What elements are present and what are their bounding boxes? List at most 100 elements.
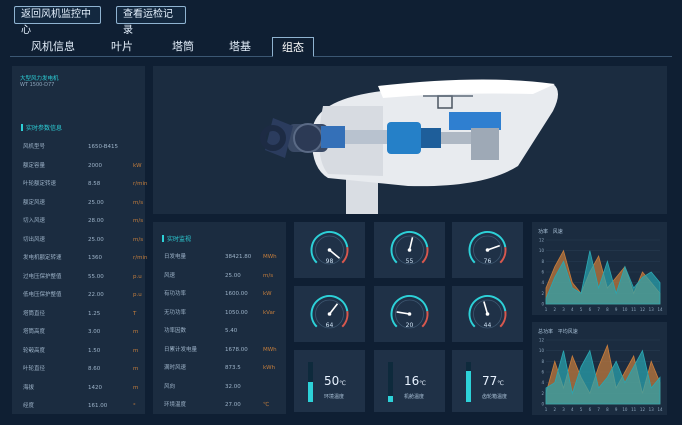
gauge-needle [487,244,501,251]
realtime-monitor-title: 实时监视 [162,234,191,243]
tab-configuration[interactable]: 组态 [272,37,314,57]
power-windspeed-chart: 0246810121 2 3 4 5 6 7 8 9 10 11 12 13 14 [539,238,663,313]
info-row: 切出风速 25.00 m/s [12,231,145,249]
chart-x-tick-label: 12 [640,307,646,312]
temperature-value: 77℃ [482,374,504,388]
chart-y-tick-label: 12 [539,238,545,243]
monitor-unit: MWh [263,254,277,260]
temperature-bar [466,362,471,402]
gauge-value: 20 [405,322,414,329]
chart-x-tick-label: 10 [622,307,628,312]
info-row: 额定容量 2000 kW [12,157,145,175]
view-inspection-records-button[interactable]: 查看运检记录 [116,6,186,36]
chart-x-tick-label: 13 [649,307,655,312]
info-value: 22.00 [88,292,104,298]
info-key: 经度 [23,403,35,409]
chart-x-tick-label: 9 [615,307,618,312]
tab-foundation[interactable]: 塔基 [215,37,265,57]
info-value: 8.58 [88,181,101,187]
total-power-chart-panel: 总功率 平均风速 0 2 4 6 8 10 12 1 2 3 4 5 6 7 8 9 10 11 12 13 14 [532,322,667,415]
temperature-unit: ℃ [497,380,505,387]
monitor-unit: kWh [263,365,276,371]
monitor-unit: kVar [263,309,276,316]
monitor-row: 满时风速 873.5 kWh [153,359,286,377]
chart-y-tick-label: 12 [539,338,545,343]
info-key: 发电机额定转速 [23,255,62,261]
info-row: 低电压保护整值 22.00 p.u [12,286,145,304]
info-row: 风机型号 1650-B415 [12,138,145,156]
chart-x-tick-label: 11 [631,307,637,312]
info-key: 过电压保护整值 [23,273,62,280]
gauge-card: 20 [374,286,445,342]
info-row: 切入风速 28.00 m/s [12,212,145,230]
monitor-key: 日发电量 [164,254,187,260]
gauge-value: 55 [405,258,414,265]
gauge-needle [483,301,489,315]
info-unit: p.u [133,292,142,298]
monitor-row: 环境温度 27.00 ℃ [153,396,286,414]
info-value: 1650-B415 [88,144,119,150]
tab-tower[interactable]: 塔筒 [158,37,208,57]
chart-y-tick-label: 0 [541,302,544,307]
gauge-card: 64 [294,286,365,342]
back-to-monitor-center-button[interactable]: 返回风机监控中心 [14,6,101,36]
gauge-hub [327,248,332,252]
info-key: 海拔 [23,384,35,391]
chart-x-tick-label: 6 [589,307,592,312]
chart-x-tick-label: 3 [562,307,565,312]
chart-x-tick-label: 8 [606,407,609,412]
chart-y-tick-label: 8 [541,259,544,264]
monitor-row: 日累计发电量 1678.00 MWh [153,341,286,359]
temperature-bar-fill [466,371,471,402]
gauge-hub [485,248,490,252]
info-row: 塔筒直径 1.25 T [12,305,145,323]
gauge-hub [407,248,412,252]
gauge-value: 64 [325,322,334,329]
chart-y-tick-label: 6 [541,270,544,275]
chart-x-tick-label: 3 [562,407,565,412]
info-value: 1360 [88,255,102,261]
info-key: 额定风速 [23,199,46,206]
monitor-unit: m/s [263,272,274,279]
temperature-bar-fill [308,382,313,402]
temperature-label: 齿轮箱温度 [482,394,508,400]
monitor-key: 有功功率 [164,291,187,297]
temperature-value: 50℃ [324,374,346,388]
monitor-unit: ℃ [263,402,270,408]
turbine-diagram-panel [153,66,667,214]
info-unit: m [133,384,139,391]
info-unit: p.u [133,273,142,280]
temperature-unit: ℃ [419,380,427,387]
tab-blade[interactable]: 叶片 [97,37,147,57]
chart-x-tick-label: 7 [597,407,600,412]
gauge-dial [390,231,429,265]
gauge-value: 98 [325,258,334,265]
chart-y-tick-label: 8 [541,359,544,364]
monitor-row: 功率因数 5.40 [153,322,286,340]
info-value: 1.25 [88,310,101,317]
info-unit: ° [133,403,136,409]
gauge-card: 55 [374,222,445,278]
chart-x-tick-label: 5 [580,407,583,412]
chart-x-tick-label: 8 [606,307,609,312]
gauge-hub [407,312,412,316]
info-value: 25.00 [88,236,104,243]
gauge-card: 98 [294,222,365,278]
chart-y-tick-label: 10 [539,248,545,253]
gauge-dial [390,295,429,329]
chart-x-tick-label: 10 [622,407,628,412]
chart-x-tick-label: 4 [571,407,574,412]
info-key: 低电压保护整值 [23,292,62,298]
tab-turbine-info[interactable]: 风机信息 [23,37,83,57]
realtime-monitor-panel: 实时监视 日发电量 38421.80 MWh 风速 25.00 m/s 有功功率 1600.0… [153,222,286,414]
info-key: 切出风速 [23,236,46,243]
realtime-info-title: 实时参数信息 [21,123,62,132]
temperature-label: 机舱温度 [404,394,425,400]
chart-x-tick-label: 11 [631,407,637,412]
monitor-value: 25.00 [225,272,241,279]
info-unit: kW [133,162,142,169]
temperature-number: 16 [404,374,420,388]
gauge-hub [327,312,332,316]
info-row: 叶轮直径 8.60 m [12,360,145,378]
power-windspeed-chart-panel: 功率 风速 0 2 4 6 8 10 12 1 2 3 4 5 6 7 8 9 10 11 12 13 14 [532,222,667,315]
